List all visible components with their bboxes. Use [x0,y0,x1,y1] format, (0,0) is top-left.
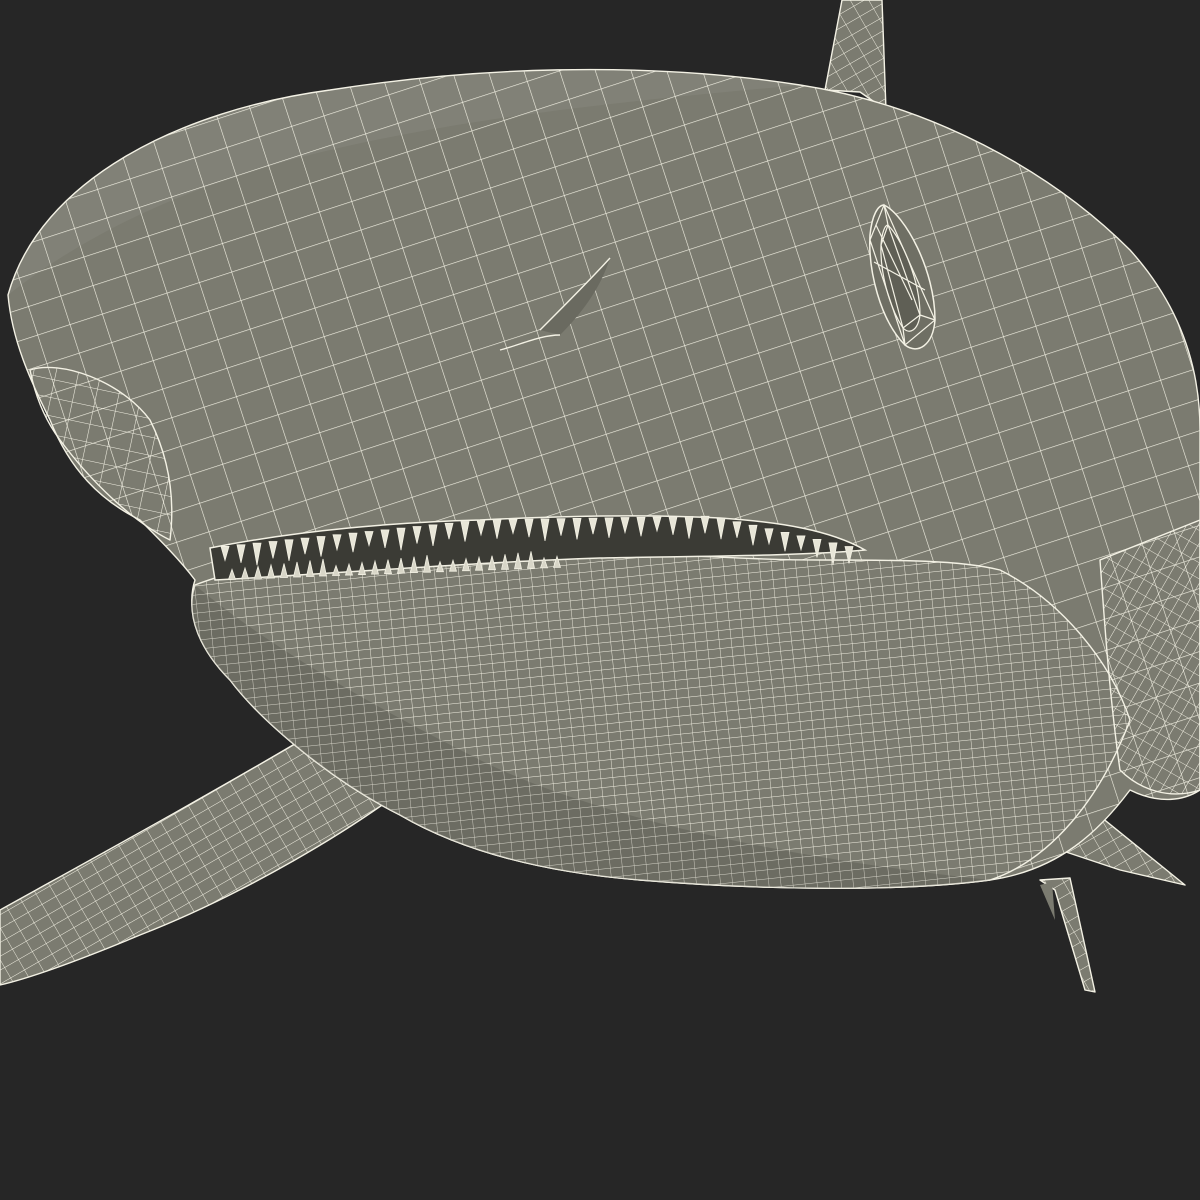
pelvic-fin [1039,877,1096,993]
3d-viewport[interactable] [0,0,1200,1200]
shark-wireframe-render [0,0,1200,993]
